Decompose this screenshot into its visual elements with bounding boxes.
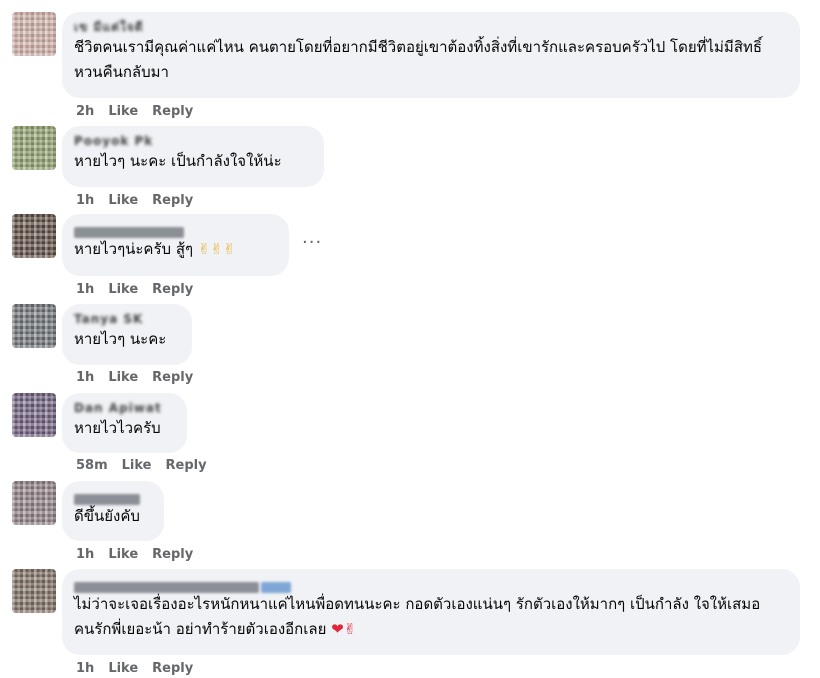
reply-button[interactable]: Reply	[152, 282, 193, 297]
comment-time[interactable]: 1h	[76, 193, 94, 208]
like-button[interactable]: Like	[108, 282, 138, 297]
comment-text: ดีขึ้นยังคับ	[74, 507, 140, 525]
comment-actions: 1h Like Reply	[76, 370, 207, 386]
like-button[interactable]: Like	[108, 370, 138, 385]
comment-actions: 1h Like Reply	[76, 193, 207, 209]
blurred-author-name-tag	[261, 582, 291, 593]
reply-button[interactable]: Reply	[152, 547, 193, 562]
blurred-author-name	[74, 582, 259, 593]
comment-bubble: เข มีแต่ใจดี ชีวิตคนเรามีคุณค่าแค่ไหน คน…	[62, 12, 800, 98]
blurred-author-name	[74, 494, 140, 505]
comment-bubble: Tanya SK หายไวๆ นะคะ	[62, 304, 192, 365]
comment-bubble: Pooyok Pk หายไวๆ นะคะ เป็นกำลังใจให้น่ะ	[62, 126, 324, 187]
comment-actions: 58m Like Reply	[76, 458, 221, 474]
comment-text: หายไวไวครับ	[74, 419, 161, 437]
victory-hand-emoji: ✌✌✌	[197, 240, 236, 258]
avatar[interactable]	[12, 304, 56, 348]
reply-button[interactable]: Reply	[152, 370, 193, 385]
comment-author[interactable]: เข มีแต่ใจดี	[74, 20, 786, 35]
comment-actions: 2h Like Reply	[76, 104, 207, 120]
comment-time[interactable]: 1h	[76, 370, 94, 385]
avatar[interactable]	[12, 393, 56, 437]
like-button[interactable]: Like	[122, 458, 152, 473]
comment-time[interactable]: 1h	[76, 661, 94, 676]
comment-time[interactable]: 1h	[76, 547, 94, 562]
like-button[interactable]: Like	[108, 193, 138, 208]
comment-time[interactable]: 58m	[76, 458, 108, 473]
avatar[interactable]	[12, 481, 56, 525]
comment-text: หายไวๆน่ะครับ สู้ๆ	[74, 240, 194, 258]
comment-author[interactable]	[74, 577, 786, 593]
like-button[interactable]: Like	[108, 104, 138, 119]
reply-button[interactable]: Reply	[166, 458, 207, 473]
comment-author[interactable]: Tanya SK	[74, 312, 178, 327]
comment-bubble: ดีขึ้นยังคับ	[62, 481, 164, 541]
like-button[interactable]: Like	[108, 661, 138, 676]
comment-time[interactable]: 1h	[76, 282, 94, 297]
comment-time[interactable]: 2h	[76, 104, 94, 119]
comment-author[interactable]: Dan Apiwat	[74, 401, 173, 416]
comment-text: ไม่ว่าจะเจอเรื่องอะไรหนักหนาแค่ไหนพื่อดท…	[74, 595, 761, 638]
comment-bubble: Dan Apiwat หายไวไวครับ	[62, 393, 187, 453]
reply-button[interactable]: Reply	[152, 104, 193, 119]
like-button[interactable]: Like	[108, 547, 138, 562]
comment-text-line: ไม่ว่าจะเจอเรื่องอะไรหนักหนาแค่ไหนพื่อดท…	[74, 592, 784, 642]
comment-author[interactable]	[74, 489, 150, 505]
comment-text: หายไวๆ นะคะ เป็นกำลังใจให้น่ะ	[74, 152, 282, 170]
reply-button[interactable]: Reply	[152, 193, 193, 208]
avatar[interactable]	[12, 126, 56, 170]
blurred-author-name	[74, 227, 184, 238]
comment-text: ชีวิตคนเรามีคุณค่าแค่ไหน คนตายโดยที่อยาก…	[74, 38, 763, 81]
more-options-icon[interactable]: ···	[302, 232, 322, 253]
avatar[interactable]	[12, 12, 56, 56]
avatar[interactable]	[12, 569, 56, 613]
comment-author[interactable]	[74, 222, 275, 238]
comment-bubble: ไม่ว่าจะเจอเรื่องอะไรหนักหนาแค่ไหนพื่อดท…	[62, 569, 800, 655]
comment-actions: 1h Like Reply	[76, 547, 207, 563]
reply-button[interactable]: Reply	[152, 661, 193, 676]
comment-actions: 1h Like Reply	[76, 282, 207, 298]
comment-text: หายไวๆ นะคะ	[74, 330, 167, 348]
comment-bubble: หายไวๆน่ะครับ สู้ๆ ✌✌✌	[62, 214, 289, 276]
comment-text-line: หายไวๆน่ะครับ สู้ๆ ✌✌✌	[74, 237, 275, 262]
heart-victory-emoji: ❤✌	[331, 620, 357, 638]
avatar[interactable]	[12, 214, 56, 258]
comment-author[interactable]: Pooyok Pk	[74, 134, 310, 149]
comment-actions: 1h Like Reply	[76, 661, 207, 677]
